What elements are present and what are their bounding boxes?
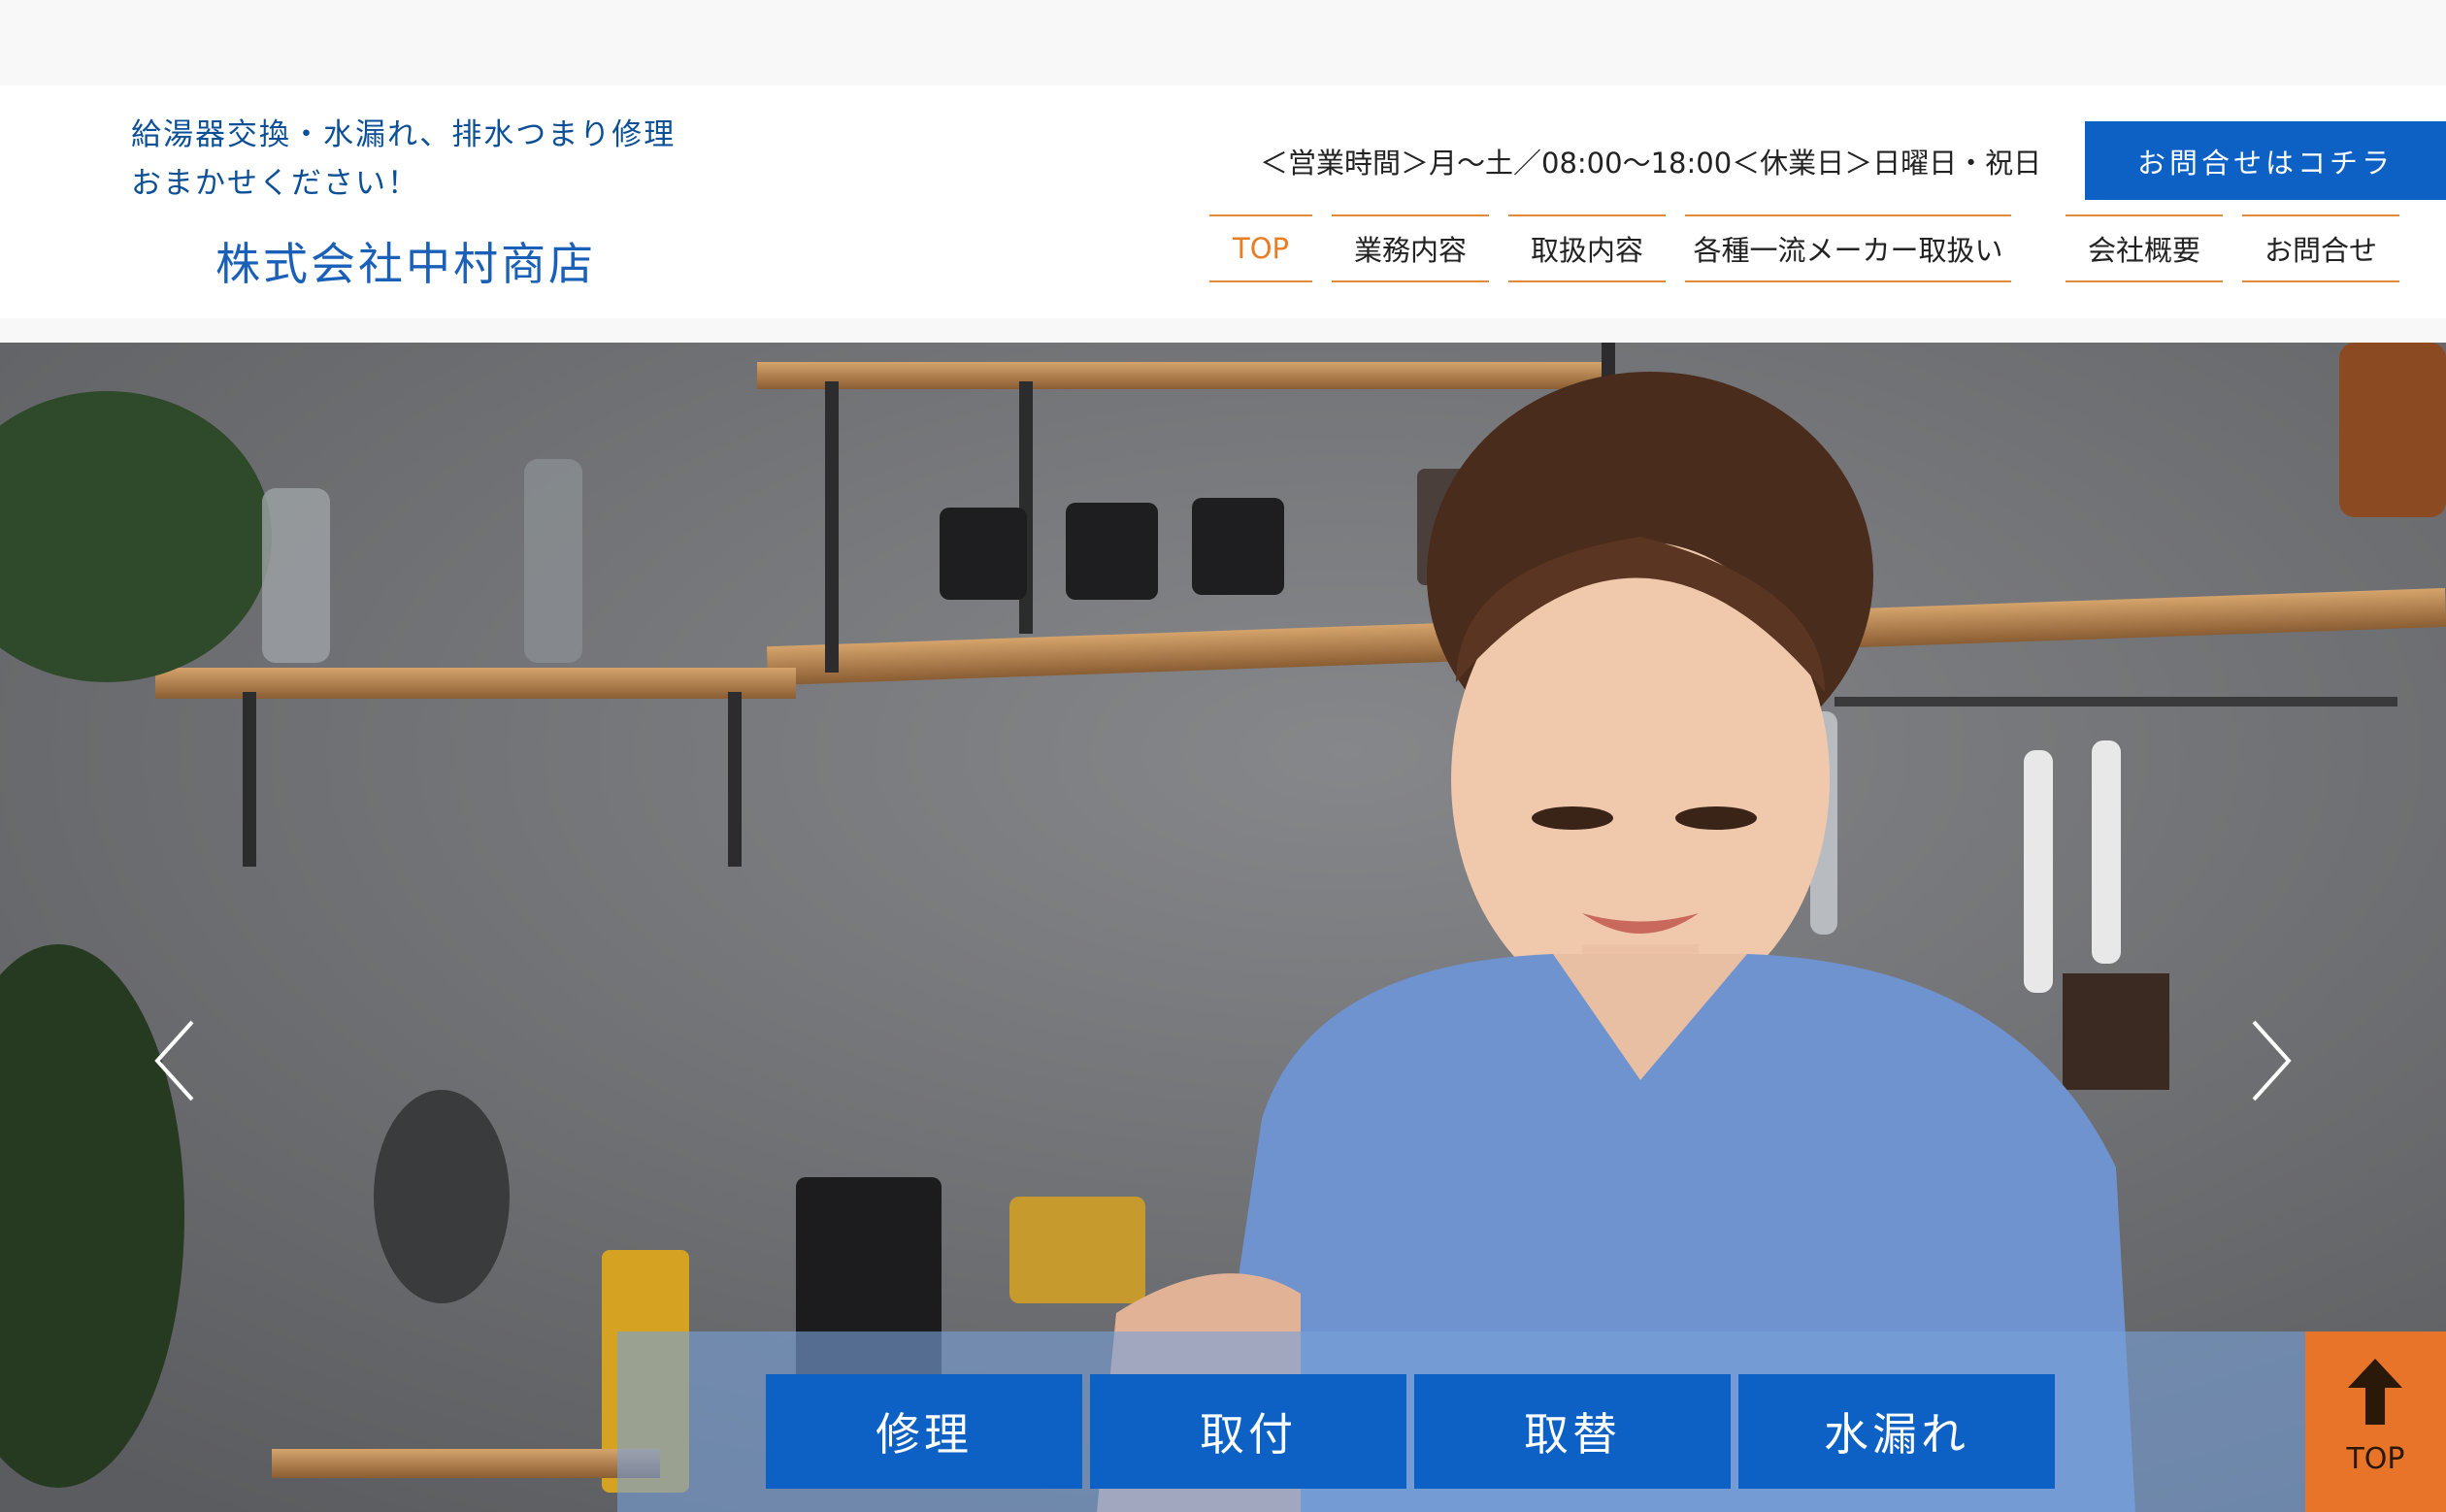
back-to-top-label: TOP	[2346, 1442, 2405, 1476]
service-button-install[interactable]: 取付	[1090, 1374, 1406, 1489]
nav-item-manufacturers[interactable]: 各種一流メーカー取扱い	[1685, 214, 2011, 282]
chevron-left-icon	[154, 1020, 194, 1101]
nav-item-services[interactable]: 業務内容	[1332, 214, 1489, 282]
chevron-right-icon	[2252, 1020, 2292, 1101]
tagline-line-2: おまかせください！	[131, 166, 419, 201]
nav-item-products[interactable]: 取扱内容	[1508, 214, 1666, 282]
nav-item-top[interactable]: TOP	[1209, 214, 1312, 282]
header-tagline: 給湯器交換・水漏れ、排水つまり修理 おまかせください！	[131, 111, 676, 208]
slider-next-button[interactable]	[2232, 1003, 2310, 1119]
tagline-line-1: 給湯器交換・水漏れ、排水つまり修理	[131, 117, 677, 152]
contact-button[interactable]: お問合せはコチラ	[2085, 121, 2446, 200]
slider-prev-button[interactable]	[136, 1003, 214, 1119]
service-button-repair[interactable]: 修理	[766, 1374, 1082, 1489]
business-hours: ＜営業時間＞月～土／08:00～18:00＜休業日＞日曜日・祝日	[1260, 147, 2042, 180]
service-button-leak[interactable]: 水漏れ	[1738, 1374, 2055, 1489]
nav-item-company[interactable]: 会社概要	[2066, 214, 2223, 282]
back-to-top-button[interactable]: TOP	[2305, 1331, 2446, 1512]
nav-item-contact[interactable]: お問合せ	[2242, 214, 2399, 282]
top-strip	[0, 0, 2446, 85]
arrow-up-icon	[2348, 1359, 2402, 1425]
company-name-link[interactable]: 株式会社中村商店	[215, 229, 596, 293]
site-header: 給湯器交換・水漏れ、排水つまり修理 おまかせください！ 株式会社中村商店 ＜営業…	[0, 85, 2446, 318]
service-button-replace[interactable]: 取替	[1414, 1374, 1731, 1489]
